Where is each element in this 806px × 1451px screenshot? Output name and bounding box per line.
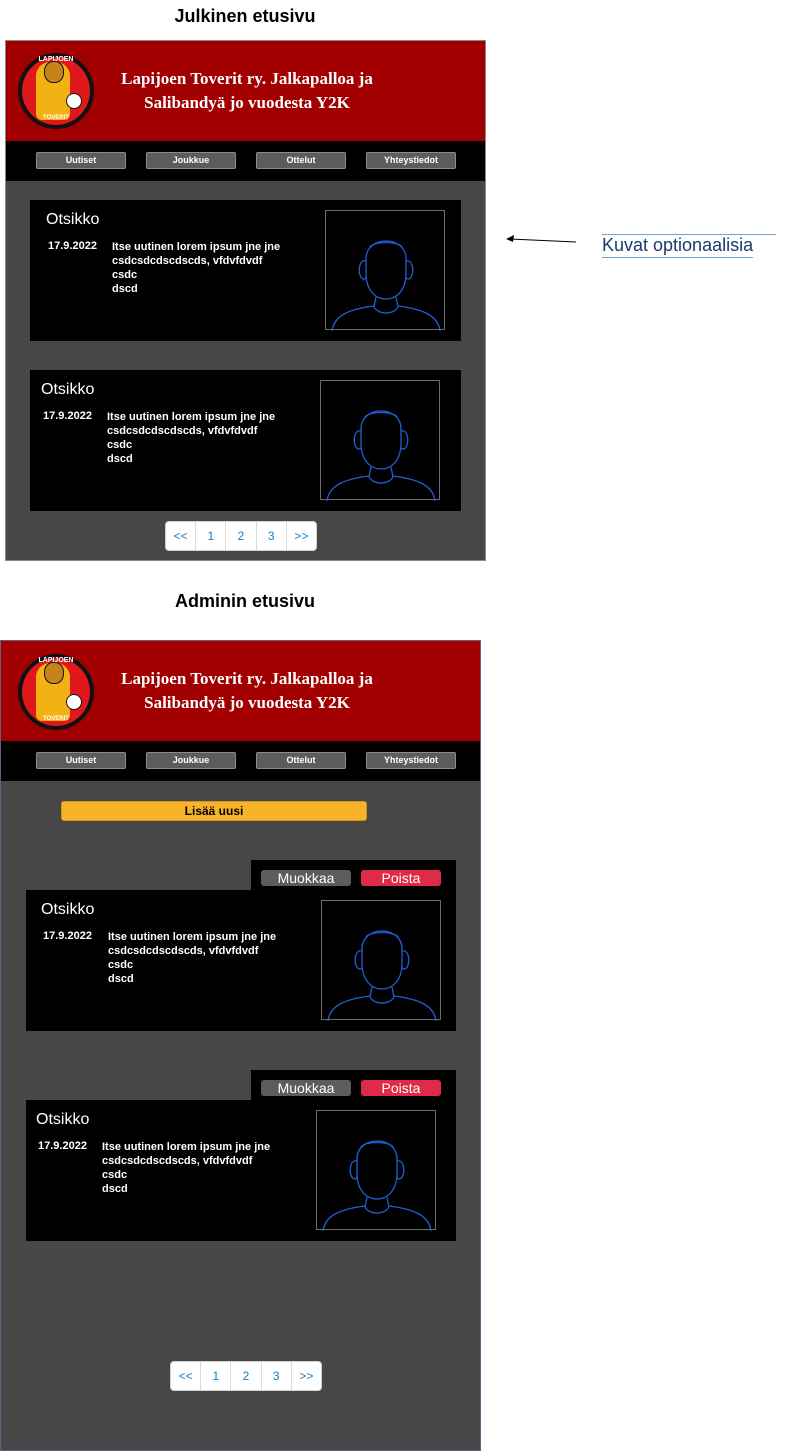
annotation-label: Kuvat optionaalisia — [602, 235, 754, 258]
news-body: Itse uutinen lorem ipsum jne jne csdcsdc… — [108, 931, 277, 985]
news-date: 17.9.2022 — [38, 1140, 87, 1152]
pagination-prev[interactable]: << — [166, 522, 197, 550]
news-title: Otsikko — [46, 211, 100, 228]
club-logo: LAPIJOEN TOVERIT — [18, 53, 94, 129]
nav-item-uutiset[interactable]: Uutiset — [36, 152, 126, 169]
news-date: 17.9.2022 — [43, 930, 92, 942]
person-placeholder-icon — [326, 410, 436, 501]
news-date: 17.9.2022 — [43, 410, 92, 422]
news-card[interactable]: Otsikko 17.9.2022 Itse uutinen lorem ips… — [30, 200, 461, 341]
pagination: << 1 2 3 >> — [170, 1361, 322, 1391]
site-title: Lapijoen Toverit ry. Jalkapalloa ja Sali… — [121, 69, 373, 112]
admin-section-title: Adminin etusivu — [174, 591, 315, 611]
nav-item-ottelut[interactable]: Ottelut — [256, 752, 346, 769]
person-placeholder-icon — [331, 240, 441, 331]
news-card[interactable]: Otsikko 17.9.2022 Itse uutinen lorem ips… — [26, 890, 456, 1031]
person-placeholder-icon — [322, 1140, 432, 1231]
news-card[interactable]: Otsikko 17.9.2022 Itse uutinen lorem ips… — [26, 1100, 456, 1241]
admin-page-frame: LAPIJOEN TOVERIT Lapijoen Toverit ry. Ja… — [0, 640, 481, 1451]
nav-item-joukkue[interactable]: Joukkue — [146, 752, 236, 769]
pagination-page-1[interactable]: 1 — [201, 1362, 232, 1390]
edit-button[interactable]: Muokkaa — [261, 870, 351, 886]
news-image — [316, 1110, 436, 1231]
news-image — [320, 380, 440, 501]
news-card[interactable]: Otsikko 17.9.2022 Itse uutinen lorem ips… — [30, 370, 461, 511]
pagination-next[interactable]: >> — [287, 522, 316, 550]
nav-item-joukkue[interactable]: Joukkue — [146, 152, 236, 169]
pagination-page-3[interactable]: 3 — [262, 1362, 292, 1390]
pagination-page-1[interactable]: 1 — [196, 522, 227, 550]
news-image — [325, 210, 445, 331]
nav-item-yhteystiedot[interactable]: Yhteystiedot — [366, 752, 456, 769]
nav-item-yhteystiedot[interactable]: Yhteystiedot — [366, 152, 456, 169]
football-icon — [66, 93, 82, 109]
pagination-prev[interactable]: << — [171, 1362, 202, 1390]
pagination-next[interactable]: >> — [292, 1362, 321, 1390]
delete-button[interactable]: Poista — [361, 870, 441, 886]
pagination-page-3[interactable]: 3 — [257, 522, 287, 550]
public-page-frame: LAPIJOEN TOVERIT Lapijoen Toverit ry. Ja… — [5, 40, 486, 561]
arrow-left-icon — [506, 235, 577, 243]
news-admin-actions: Muokkaa Poista — [251, 1070, 456, 1100]
news-date: 17.9.2022 — [48, 240, 97, 252]
public-section-title: Julkinen etusivu — [174, 6, 316, 26]
add-new-button[interactable]: Lisää uusi — [61, 801, 367, 821]
person-placeholder-icon — [327, 930, 437, 1021]
pagination-page-2[interactable]: 2 — [226, 522, 257, 550]
pagination: << 1 2 3 >> — [165, 521, 317, 551]
delete-button[interactable]: Poista — [361, 1080, 441, 1096]
nav-item-uutiset[interactable]: Uutiset — [36, 752, 126, 769]
main-nav: Uutiset Joukkue Ottelut Yhteystiedot — [1, 741, 480, 781]
site-header: LAPIJOEN TOVERIT Lapijoen Toverit ry. Ja… — [1, 641, 480, 742]
site-header: LAPIJOEN TOVERIT Lapijoen Toverit ry. Ja… — [6, 41, 485, 142]
edit-button[interactable]: Muokkaa — [261, 1080, 351, 1096]
nav-item-ottelut[interactable]: Ottelut — [256, 152, 346, 169]
news-image — [321, 900, 441, 1021]
news-admin-actions: Muokkaa Poista — [251, 860, 456, 890]
football-icon — [66, 694, 82, 710]
news-body: Itse uutinen lorem ipsum jne jne csdcsdc… — [112, 241, 281, 295]
news-title: Otsikko — [36, 1111, 90, 1128]
news-body: Itse uutinen lorem ipsum jne jne csdcsdc… — [107, 411, 276, 465]
pagination-page-2[interactable]: 2 — [231, 1362, 262, 1390]
site-title: Lapijoen Toverit ry. Jalkapalloa ja Sali… — [121, 669, 373, 712]
news-body: Itse uutinen lorem ipsum jne jne csdcsdc… — [102, 1141, 271, 1195]
news-title: Otsikko — [41, 381, 95, 398]
club-logo: LAPIJOEN TOVERIT — [18, 654, 94, 730]
news-title: Otsikko — [41, 901, 95, 918]
main-nav: Uutiset Joukkue Ottelut Yhteystiedot — [6, 141, 485, 181]
